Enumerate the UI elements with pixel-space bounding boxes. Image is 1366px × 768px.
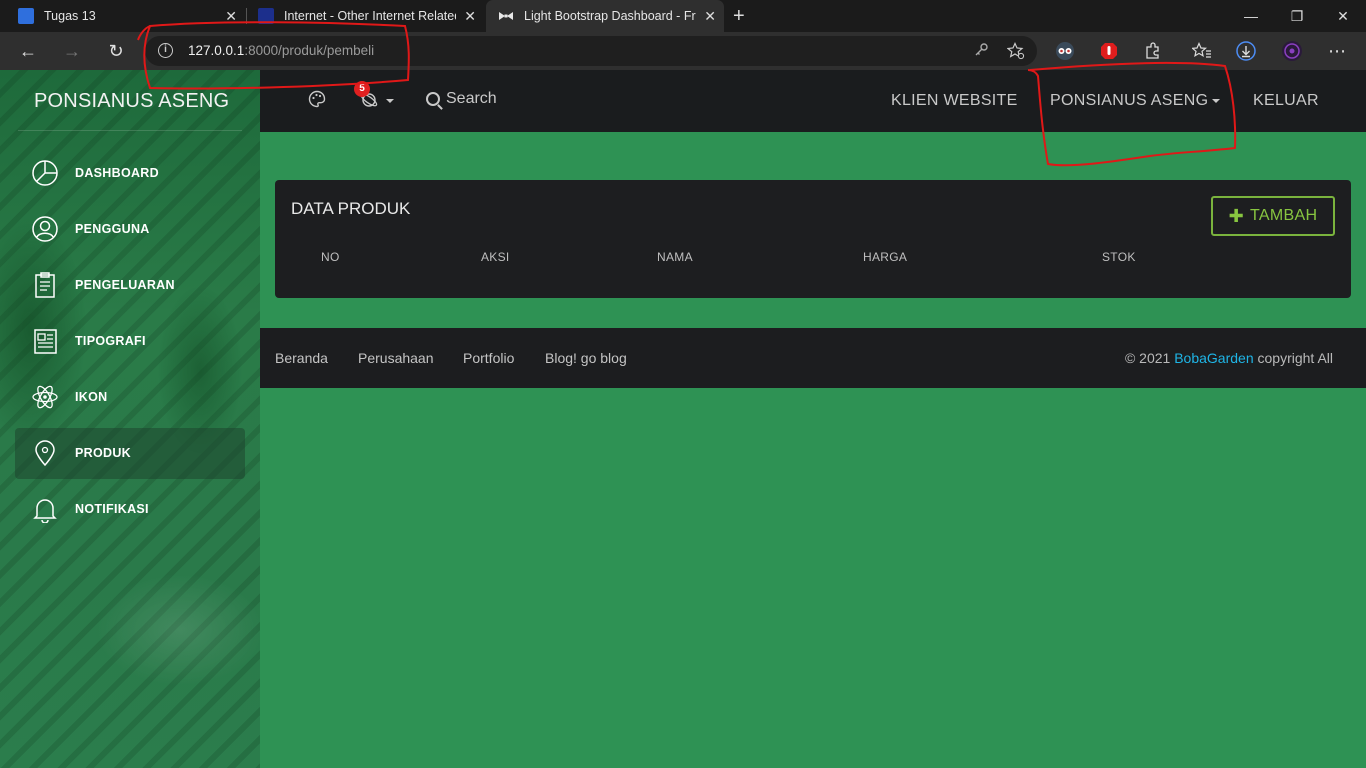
forward-button[interactable]: → [58, 38, 86, 64]
column-header-nama: NAMA [657, 250, 693, 264]
column-header-stok: STOK [1102, 250, 1136, 264]
copyright-suffix: copyright All [1253, 350, 1334, 366]
sidebar-item-ikon[interactable]: IKON [15, 372, 245, 423]
palette-icon[interactable] [308, 90, 326, 113]
sidebar-item-label: PRODUK [75, 446, 131, 460]
browser-chrome: Tugas 13 ✕ Internet - Other Internet Rel… [0, 0, 1366, 70]
sidebar-item-label: IKON [75, 390, 108, 404]
newspaper-icon [31, 327, 59, 355]
extensions-puzzle-icon[interactable] [1142, 40, 1164, 62]
favorites-icon[interactable] [1191, 40, 1213, 62]
adblock-hand-icon[interactable] [1098, 40, 1120, 62]
minimize-button[interactable]: — [1228, 0, 1274, 32]
close-tab-icon[interactable]: ✕ [464, 8, 476, 25]
card-title: DATA PRODUK [291, 199, 411, 218]
notification-badge: 5 [354, 81, 370, 97]
atom-icon [31, 383, 59, 411]
add-button-label: TAMBAH [1250, 207, 1318, 224]
favorite-star-icon[interactable] [1006, 42, 1025, 63]
bowtie-icon [498, 8, 514, 24]
sidebar-item-pengguna[interactable]: PENGGUNA [15, 204, 245, 255]
classroom-icon [18, 8, 34, 24]
map-pin-icon [31, 439, 59, 467]
tab-title: Tugas 13 [44, 9, 96, 23]
caret-down-icon [386, 99, 394, 103]
sidebar: PONSIANUS ASENG DASHBOARD PENGGUNA PENGE… [0, 70, 260, 768]
column-header-harga: HARGA [863, 250, 908, 264]
footer-link-portfolio[interactable]: Portfolio [463, 350, 514, 366]
sidebar-nav: DASHBOARD PENGGUNA PENGELUARAN TIPOGRAFI [15, 148, 245, 540]
tab-title: Light Bootstrap Dashboard - Free [524, 9, 696, 23]
close-window-button[interactable]: ✕ [1320, 0, 1366, 32]
key-icon[interactable] [973, 42, 989, 61]
sidebar-item-label: DASHBOARD [75, 166, 159, 180]
more-menu-icon[interactable]: ⋯ [1326, 40, 1348, 62]
column-header-aksi: AKSI [481, 250, 510, 264]
search-link[interactable]: Search [426, 90, 497, 108]
tab-title: Internet - Other Internet Related [284, 9, 456, 23]
bell-icon [31, 495, 59, 524]
downloads-icon[interactable] [1235, 40, 1257, 62]
copyright-prefix: © 2021 [1124, 350, 1175, 366]
sidebar-item-dashboard[interactable]: DASHBOARD [15, 148, 245, 199]
back-button[interactable]: ← [14, 38, 42, 64]
footer-copyright: © 2021 BobaGarden copyright All [1125, 350, 1333, 366]
clipboard-icon [31, 271, 59, 299]
user-menu-dropdown[interactable]: PONSIANUS ASENG [1050, 92, 1221, 110]
sidebar-item-label: TIPOGRAFI [75, 334, 146, 348]
sidebar-divider [18, 130, 242, 131]
klien-website-link[interactable]: KLIEN WEBSITE [891, 92, 1018, 110]
user-name: PONSIANUS ASENG [1050, 92, 1209, 109]
add-product-button[interactable]: ✚ TAMBAH [1211, 196, 1335, 236]
sidebar-item-pengeluaran[interactable]: PENGELUARAN [15, 260, 245, 311]
browser-toolbar: ← → ↻ i 127.0.0.1:8000/produk/pembeli ⋯ [0, 32, 1366, 70]
url-text[interactable]: 127.0.0.1:8000/produk/pembeli [188, 43, 374, 58]
site-favicon-icon [258, 8, 274, 24]
tab-tugas[interactable]: Tugas 13 ✕ [0, 0, 245, 32]
page-footer: Beranda Perusahaan Portfolio Blog! go bl… [260, 328, 1366, 388]
top-navbar: 5 Search KLIEN WEBSITE PONSIANUS ASENG K… [260, 70, 1366, 132]
column-header-no: NO [321, 250, 340, 264]
new-tab-button[interactable]: + [733, 5, 745, 28]
profile-avatar-icon[interactable] [1281, 40, 1303, 62]
pie-chart-icon [31, 159, 59, 187]
sidebar-item-label: PENGELUARAN [75, 278, 175, 292]
restore-button[interactable]: ❐ [1274, 0, 1320, 32]
sidebar-item-tipografi[interactable]: TIPOGRAFI [15, 316, 245, 367]
close-tab-icon[interactable]: ✕ [225, 8, 237, 25]
copyright-brand-link[interactable]: BobaGarden [1174, 350, 1253, 366]
sidebar-item-produk[interactable]: PRODUK [15, 428, 245, 479]
user-circle-icon [31, 215, 59, 243]
address-bar[interactable]: i 127.0.0.1:8000/produk/pembeli [145, 36, 1037, 66]
sidebar-brand[interactable]: PONSIANUS ASENG [34, 90, 229, 113]
close-tab-icon[interactable]: ✕ [704, 8, 716, 25]
reload-button[interactable]: ↻ [102, 38, 130, 64]
sidebar-item-label: NOTIFIKASI [75, 502, 149, 516]
tab-dashboard[interactable]: Light Bootstrap Dashboard - Free ✕ [486, 0, 724, 32]
tab-internet[interactable]: Internet - Other Internet Related ✕ [248, 0, 484, 32]
url-path: :8000/produk/pembeli [244, 43, 375, 58]
search-label: Search [446, 90, 497, 107]
footer-link-beranda[interactable]: Beranda [275, 350, 328, 366]
dashboard-app: PONSIANUS ASENG DASHBOARD PENGGUNA PENGE… [0, 70, 1366, 768]
caret-down-icon [1212, 98, 1221, 103]
search-icon [426, 92, 440, 106]
footer-link-blog[interactable]: Blog! go blog [545, 350, 627, 366]
sidebar-item-notifikasi[interactable]: NOTIFIKASI [15, 484, 245, 535]
tab-separator [246, 8, 247, 24]
site-info-icon[interactable]: i [158, 43, 173, 58]
plus-icon: ✚ [1228, 205, 1245, 226]
data-produk-card: DATA PRODUK ✚ TAMBAH NO AKSI NAMA HARGA … [275, 180, 1351, 298]
tab-strip: Tugas 13 ✕ Internet - Other Internet Rel… [0, 0, 1366, 32]
footer-link-perusahaan[interactable]: Perusahaan [358, 350, 434, 366]
logout-link[interactable]: KELUAR [1253, 92, 1319, 110]
url-host: 127.0.0.1 [188, 43, 245, 58]
sidebar-item-label: PENGGUNA [75, 222, 150, 236]
extension-glasses-icon[interactable] [1054, 40, 1076, 62]
